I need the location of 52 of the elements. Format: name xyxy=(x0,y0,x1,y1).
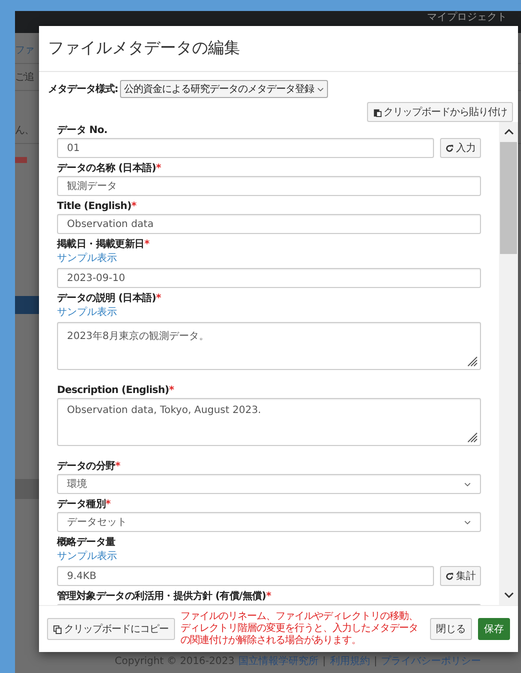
field-label: データ No. xyxy=(57,124,108,138)
caret-icon xyxy=(464,482,471,486)
caret-icon xyxy=(464,520,471,524)
dropdown[interactable]: 環境 xyxy=(57,474,481,494)
text-area[interactable]: Observation data, Tokyo, August 2023. xyxy=(57,398,481,446)
field-label: 掲載日・掲載更新日* xyxy=(57,238,150,252)
background-badge xyxy=(15,157,27,163)
background-text: ファ xyxy=(15,44,34,57)
field-label: 管理対象データの利活用・提供方針 (有償/無償)* xyxy=(57,590,272,604)
field-action-button[interactable]: 集計 xyxy=(440,566,481,586)
field-label: データの分野* xyxy=(57,460,122,474)
text-field[interactable]: 01 xyxy=(57,138,434,158)
paste-button[interactable]: クリップボードから貼り付け xyxy=(366,102,513,122)
save-button[interactable]: 保存 xyxy=(478,618,510,640)
copy-button[interactable]: クリップボードにコピー xyxy=(47,618,174,640)
sample-link[interactable]: サンプル表示 xyxy=(57,252,481,266)
background-text: ん、 xyxy=(15,124,34,137)
field-label: Title (English)* xyxy=(57,200,138,214)
dropdown[interactable]: データセット xyxy=(57,512,481,532)
text-field[interactable]: 2023-09-10 xyxy=(57,268,481,288)
project-menu[interactable]: マイプロジェクト xyxy=(427,12,507,24)
dialog-title: ファイルメタデータの編集 xyxy=(48,38,240,59)
text-area[interactable]: 2023年8月東京の観測データ。 xyxy=(57,322,481,370)
schema-dropdown[interactable]: 公的資金による研究データのメタデータ登録 xyxy=(120,80,328,98)
scrollbar-thumb[interactable] xyxy=(500,142,517,254)
text-field[interactable]: 観測データ xyxy=(57,176,481,196)
text-field[interactable]: Observation data xyxy=(57,214,481,234)
footer-text: | xyxy=(322,656,326,666)
refresh-icon xyxy=(445,572,454,580)
footer-text: | xyxy=(374,656,378,666)
scroll-down-icon[interactable] xyxy=(504,592,514,598)
scroll-up-icon[interactable] xyxy=(504,129,514,135)
copy-icon xyxy=(53,624,62,634)
resize-grip-icon[interactable] xyxy=(466,355,478,367)
scrollbar[interactable] xyxy=(499,122,518,605)
sample-link[interactable]: サンプル表示 xyxy=(57,306,481,320)
field-label: データの説明 (日本語)* xyxy=(57,292,162,306)
field-action-button[interactable]: 入力 xyxy=(440,138,481,158)
field-label: Description (English)* xyxy=(57,384,175,398)
field-label: 概略データ量 xyxy=(57,536,116,550)
caret-icon xyxy=(317,86,324,92)
close-button[interactable]: 閉じる xyxy=(430,618,472,640)
schema-label: メタデータ様式: xyxy=(48,82,118,96)
sample-link[interactable]: サンプル表示 xyxy=(57,550,481,564)
refresh-icon xyxy=(445,144,454,152)
background-text: ご追 xyxy=(15,71,34,84)
text-field[interactable]: 9.4KB xyxy=(57,566,434,586)
warning-text: ファイルのリネーム、ファイルやディレクトリの移動、ディレクトリ階層の変更を行うと、入力したメタデータの関連付けが解除される場合があります。 xyxy=(180,611,419,647)
resize-grip-icon[interactable] xyxy=(466,431,478,443)
clipboard-icon xyxy=(372,108,382,116)
field-label: データの名称 (日本語)* xyxy=(57,162,162,176)
field-label: データ種別* xyxy=(57,498,112,512)
